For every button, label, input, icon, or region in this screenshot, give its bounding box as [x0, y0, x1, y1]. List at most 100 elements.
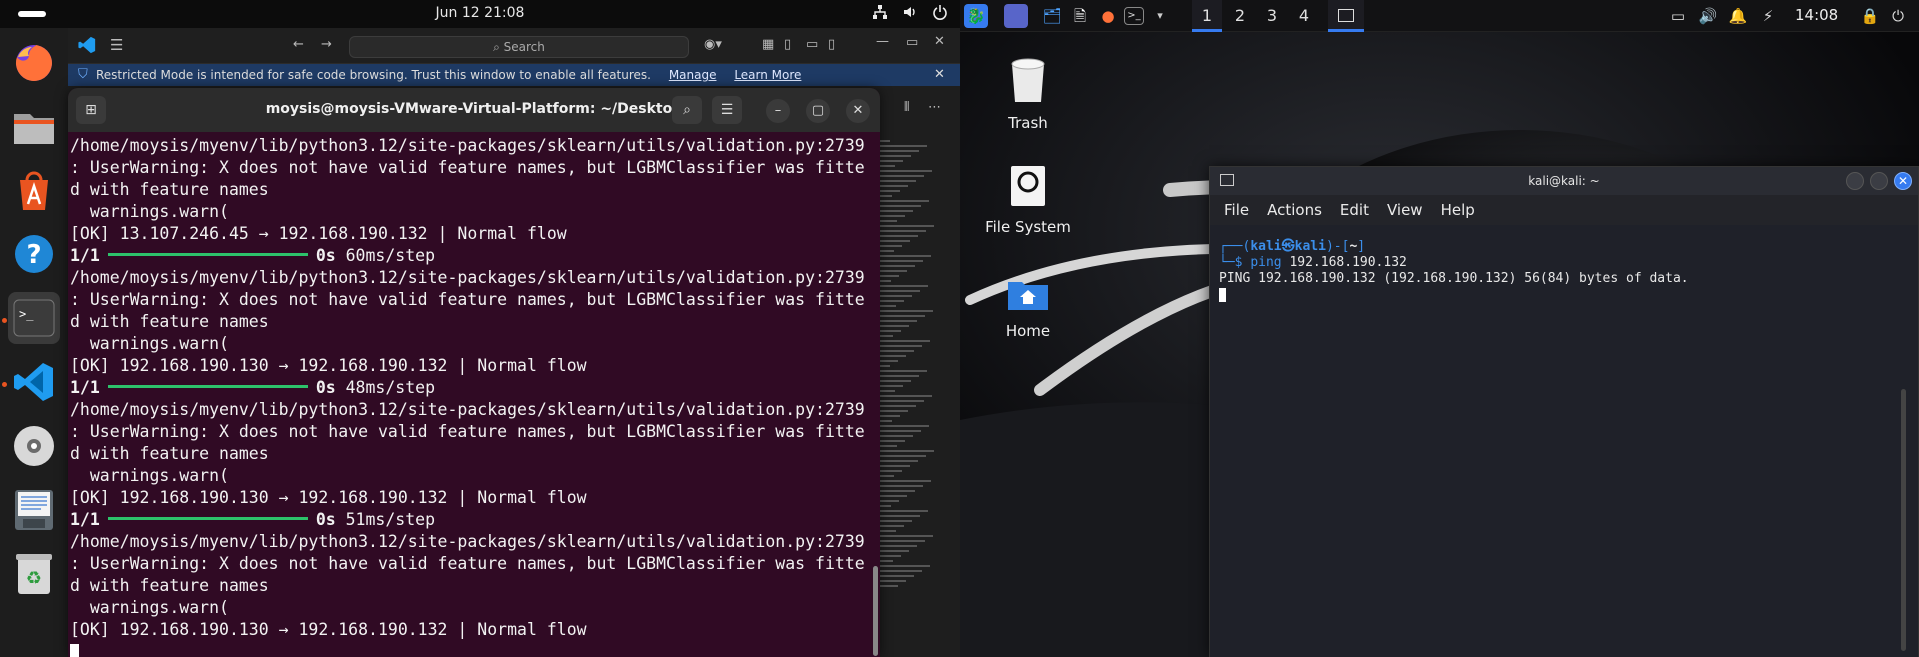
network-icon[interactable] [872, 4, 888, 24]
kali-terminal-titlebar: kali@kali: ~ ✕ [1210, 167, 1918, 195]
ubuntu-dock: ? >_ ♻ [0, 28, 68, 657]
terminal-launcher[interactable]: >_ [8, 292, 60, 344]
trash-launcher[interactable]: ♻ [8, 548, 60, 600]
minimap-line [880, 450, 934, 452]
terminal-line: [OK] 192.168.190.130 → 192.168.190.132 |… [70, 356, 587, 375]
desktop-trash[interactable]: Trash [968, 56, 1088, 132]
kali-clock[interactable]: 14:08 [1795, 6, 1838, 24]
trash-icon [968, 56, 1088, 108]
nav-forward-icon[interactable]: → [321, 37, 332, 52]
workspace-4[interactable]: 4 [1289, 0, 1319, 32]
editor-minimap[interactable] [880, 140, 940, 600]
minimap-line [880, 320, 917, 322]
minimap-line [880, 350, 914, 352]
vscode-launcher[interactable] [8, 356, 60, 408]
running-indicator [2, 382, 7, 387]
home-label: Home [1005, 322, 1051, 340]
command-center-search[interactable]: ⌕ Search [349, 36, 689, 58]
menu-file[interactable]: File [1224, 195, 1249, 225]
minimap-line [880, 370, 927, 372]
disc-launcher[interactable] [8, 420, 60, 472]
minimap-line [880, 210, 913, 212]
terminal-line: /home/moysis/myenv/lib/python3.12/site-p… [70, 136, 865, 155]
file-manager-icon[interactable]: 🗂 [1040, 4, 1064, 28]
ubuntu-clock[interactable]: Jun 12 21:08 [0, 5, 960, 21]
maximize-button[interactable] [1870, 172, 1888, 190]
minimap-line [880, 390, 895, 392]
minimap-line [880, 385, 903, 387]
maximize-button[interactable]: ▢ [806, 99, 830, 123]
minimap-line [880, 325, 909, 327]
minimap-line [880, 220, 897, 222]
power-plug-icon[interactable]: ⚡ [1756, 4, 1780, 28]
notifications-icon[interactable]: 🔔 [1726, 4, 1750, 28]
terminal-scrollbar[interactable] [873, 566, 878, 656]
workspace-3[interactable]: 3 [1257, 0, 1287, 32]
minimize-button[interactable] [1846, 172, 1864, 190]
taskbar-terminal-button[interactable] [1328, 0, 1364, 32]
terminal-window-icon [1220, 174, 1234, 186]
close-button[interactable]: ✕ [1894, 172, 1912, 190]
layout-toggle-icon[interactable]: ▦ [762, 37, 774, 52]
terminal-line: d with feature names [70, 312, 269, 331]
kali-menu-icon[interactable]: 🐉 [964, 4, 988, 28]
minimap-line [880, 250, 894, 252]
recycle-icon: ♻ [16, 554, 52, 594]
search-button[interactable]: ⌕ [672, 96, 702, 124]
minimap-line [880, 315, 925, 317]
minimap-line [880, 230, 926, 232]
panel-toggle-icon[interactable]: ▭ [806, 37, 818, 52]
sidebar-toggle-icon[interactable]: ▯ [784, 37, 791, 52]
terminal-output[interactable]: /home/moysis/myenv/lib/python3.12/site-p… [68, 132, 868, 657]
volume-icon[interactable]: 🔊 [1696, 4, 1720, 28]
volume-icon[interactable] [902, 4, 918, 24]
show-desktop-icon[interactable] [1004, 4, 1028, 28]
power-icon[interactable] [932, 4, 948, 24]
nav-back-icon[interactable]: ← [293, 37, 304, 52]
secondary-sidebar-icon[interactable]: ▯ [828, 37, 835, 52]
terminal-panel-icon[interactable]: >_ [1124, 7, 1144, 25]
menu-button[interactable]: ☰ [712, 96, 742, 124]
logout-icon[interactable]: ⏻ [1886, 4, 1910, 28]
app-center-launcher[interactable] [8, 164, 60, 216]
terminal-line: warnings.warn( [70, 466, 229, 485]
menu-hamburger-icon[interactable]: ☰ [110, 36, 123, 54]
close-icon[interactable]: ✕ [934, 34, 945, 49]
copilot-icon[interactable]: ◉▾ [704, 37, 722, 52]
text-editor-panel-icon[interactable]: 🗎 [1068, 4, 1092, 28]
minimize-button[interactable]: – [766, 99, 790, 123]
maximize-icon[interactable]: ▭ [906, 35, 918, 50]
more-actions-icon[interactable]: ⋯ [928, 100, 941, 115]
desktop-filesystem[interactable]: File System [968, 164, 1088, 236]
menu-help[interactable]: Help [1441, 195, 1475, 225]
close-button[interactable]: ✕ [846, 99, 870, 123]
firefox-launcher[interactable] [8, 36, 60, 88]
split-editor-icon[interactable]: ⫴ [904, 100, 909, 115]
lock-icon[interactable]: 🔒 [1858, 4, 1882, 28]
minimize-icon[interactable]: — [876, 34, 889, 49]
workspace-2[interactable]: 2 [1225, 0, 1255, 32]
kali-terminal-scrollbar[interactable] [1901, 389, 1906, 651]
menu-actions[interactable]: Actions [1267, 195, 1322, 225]
banner-close-icon[interactable]: ✕ [934, 64, 945, 86]
minimap-line [880, 245, 902, 247]
system-tray[interactable] [872, 4, 948, 24]
workspace-1[interactable]: 1 [1192, 0, 1222, 32]
menu-view[interactable]: View [1387, 195, 1423, 225]
manage-link[interactable]: Manage [669, 68, 717, 82]
text-editor-launcher[interactable] [8, 484, 60, 536]
desktop-home[interactable]: Home [968, 278, 1088, 340]
chevron-down-icon[interactable]: ▾ [1148, 4, 1172, 28]
help-launcher[interactable]: ? [8, 228, 60, 280]
kali-panel: 🐉 🗂 🗎 ● >_ ▾ 1 2 3 4 ▭ 🔊 🔔 ⚡ 14:08 🔒 ⏻ [960, 0, 1919, 32]
kali-terminal-output[interactable]: ┌──(kali㉿kali)-[~] └─$ ping 192.168.190.… [1210, 225, 1918, 657]
minimap-line [880, 170, 932, 172]
prompt-at: ㉿ [1281, 239, 1295, 254]
learn-more-link[interactable]: Learn More [734, 68, 801, 82]
files-launcher[interactable] [8, 100, 60, 152]
menu-edit[interactable]: Edit [1340, 195, 1369, 225]
svg-text:♻: ♻ [26, 568, 42, 589]
firefox-panel-icon[interactable]: ● [1096, 4, 1120, 28]
display-icon[interactable]: ▭ [1666, 4, 1690, 28]
terminal-line: : UserWarning: X does not have valid fea… [70, 158, 865, 177]
